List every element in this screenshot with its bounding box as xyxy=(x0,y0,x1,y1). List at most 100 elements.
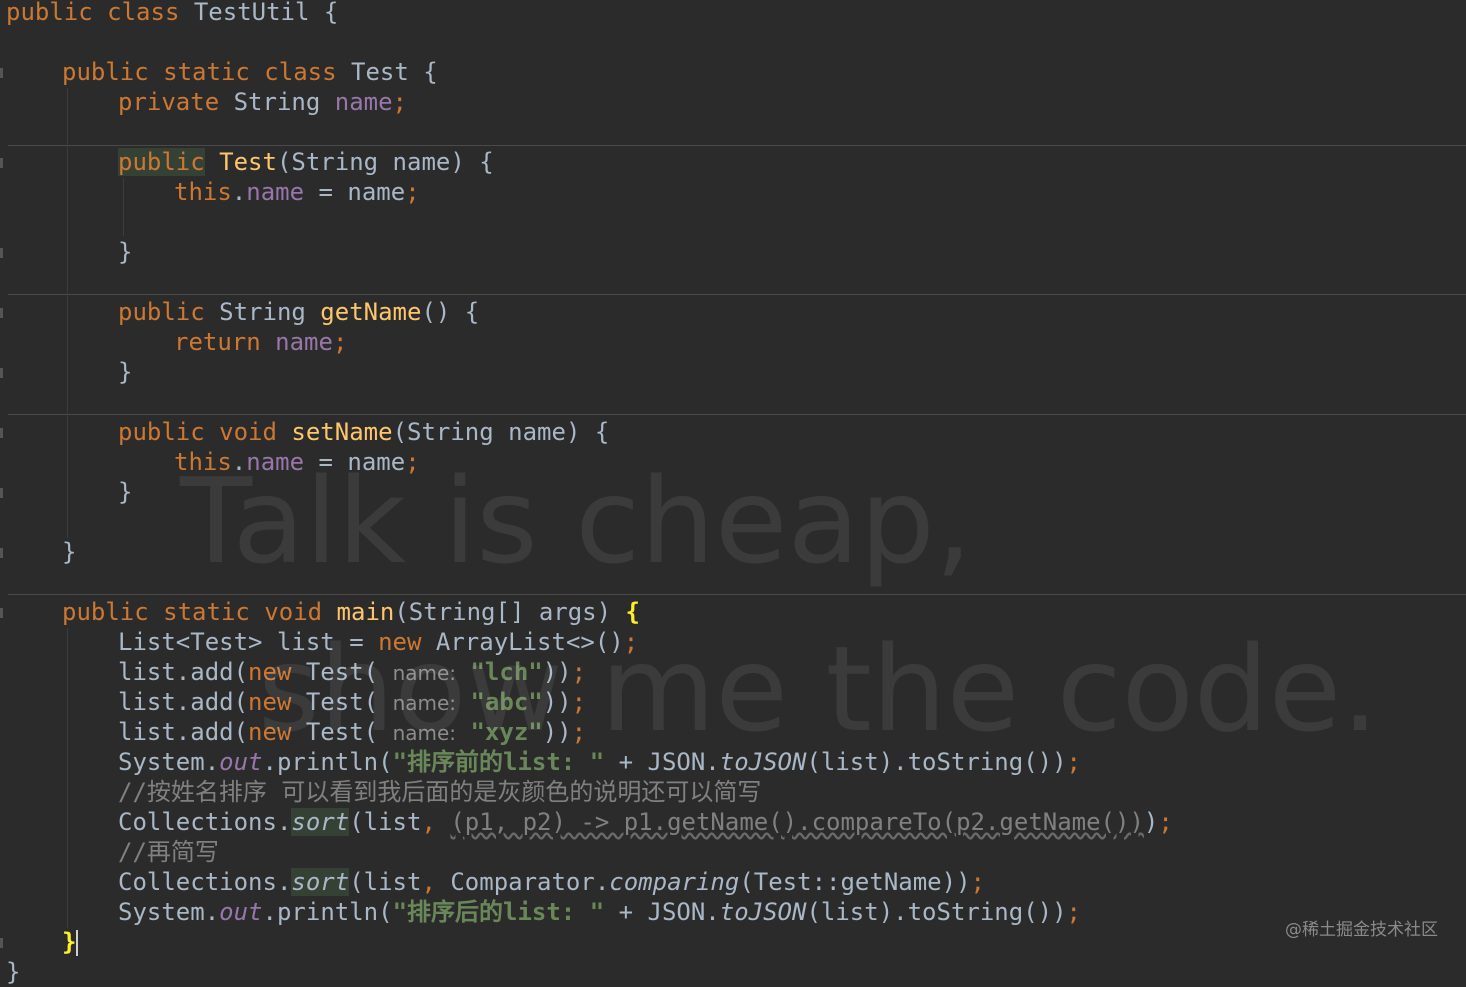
code-line[interactable]: list.add(new Test( name: "abc")); xyxy=(0,687,1466,717)
keyword: return xyxy=(174,328,261,356)
code-line[interactable]: } xyxy=(0,237,1466,267)
code-text: .println( xyxy=(262,898,393,926)
closing-brace: } xyxy=(118,358,133,386)
code-text: (String name) { xyxy=(276,148,494,176)
code-line[interactable]: Collections.sort(list, (p1, p2) -> p1.ge… xyxy=(0,807,1466,837)
parameter-hint: name: xyxy=(392,661,457,685)
type-name: String xyxy=(219,88,335,116)
code-text: (String name) { xyxy=(392,418,610,446)
semicolon: ; xyxy=(332,328,348,356)
string-literal: "xyz" xyxy=(470,718,543,746)
keyword: private xyxy=(118,88,220,116)
code-text: Collections. xyxy=(118,808,292,836)
semicolon: ; xyxy=(405,178,420,206)
code-line[interactable]: this.name = name; xyxy=(0,447,1466,477)
semicolon: ; xyxy=(571,658,587,686)
method-separator xyxy=(8,594,1466,595)
code-line[interactable]: List<Test> list = new ArrayList<>(); xyxy=(0,627,1466,657)
keyword: public static class xyxy=(62,58,337,86)
code-text: List<Test> list = xyxy=(118,628,379,656)
code-line[interactable]: } xyxy=(0,957,1466,987)
code-comment: //按姓名排序 可以看到我后面的是灰颜色的说明还可以简写 xyxy=(118,778,762,806)
code-line[interactable]: } xyxy=(0,537,1466,567)
code-text: (list xyxy=(349,868,422,896)
semicolon: ; xyxy=(571,688,587,716)
static-method: comparing xyxy=(609,868,740,896)
keyword: public xyxy=(118,148,205,176)
method-separator xyxy=(8,145,1466,146)
code-text: .println( xyxy=(262,748,393,776)
code-line[interactable]: //按姓名排序 可以看到我后面的是灰颜色的说明还可以简写 xyxy=(0,777,1466,807)
code-text: Comparator. xyxy=(435,868,610,896)
code-line[interactable]: System.out.println("排序后的list: " + JSON.t… xyxy=(0,897,1466,927)
method-name: Test xyxy=(219,148,277,176)
semicolon: ; xyxy=(1066,898,1081,926)
keyword: new xyxy=(248,718,292,746)
code-text: = name xyxy=(304,448,406,476)
code-text: (list).toString()) xyxy=(806,898,1067,926)
method-name: getName xyxy=(320,298,422,326)
semicolon: ; xyxy=(623,628,639,656)
keyword: public void xyxy=(118,418,277,446)
code-line[interactable]: public static void main(String[] args) { xyxy=(0,597,1466,627)
string-literal: "排序后的list: " xyxy=(392,898,605,926)
code-line[interactable]: private String name; xyxy=(0,87,1466,117)
closing-brace: } xyxy=(118,478,133,506)
code-text: Test( xyxy=(291,688,393,716)
matched-brace: { xyxy=(625,598,640,626)
semicolon: ; xyxy=(970,868,985,896)
method-separator xyxy=(8,414,1466,415)
class-name: TestUtil { xyxy=(179,0,339,26)
code-line[interactable]: System.out.println("排序前的list: " + JSON.t… xyxy=(0,747,1466,777)
code-text: () { xyxy=(421,298,480,326)
semicolon: ; xyxy=(1066,748,1081,776)
method-name: main xyxy=(336,598,395,626)
string-literal: "排序前的list: " xyxy=(392,748,605,776)
code-text: + JSON. xyxy=(604,748,720,776)
code-text: . xyxy=(231,178,247,206)
code-line[interactable]: list.add(new Test( name: "xyz")); xyxy=(0,717,1466,747)
code-text: Test( xyxy=(291,718,393,746)
code-comment: //再简写 xyxy=(118,838,219,866)
field-name: name xyxy=(334,88,393,116)
code-line[interactable]: //再简写 xyxy=(0,837,1466,867)
lambda-expression[interactable]: (p1, p2) -> p1.getName().compareTo(p2.ge… xyxy=(450,808,1144,836)
code-text: (list xyxy=(349,808,422,836)
code-text: (Test::getName)) xyxy=(739,868,971,896)
code-text: list.add( xyxy=(118,658,249,686)
code-line[interactable]: } xyxy=(0,477,1466,507)
code-line[interactable]: public static class Test { xyxy=(0,57,1466,87)
static-method: toJSON xyxy=(719,898,807,926)
code-text: System. xyxy=(118,898,220,926)
keyword: this xyxy=(174,448,232,476)
code-editor[interactable]: public class TestUtil { public static cl… xyxy=(0,0,1466,986)
code-line[interactable]: return name; xyxy=(0,327,1466,357)
code-line[interactable]: public class TestUtil { xyxy=(0,0,1466,27)
field-name: name xyxy=(246,178,305,206)
parameter-hint: name: xyxy=(392,691,457,715)
code-text: = name xyxy=(304,178,406,206)
code-line[interactable]: public String getName() { xyxy=(0,297,1466,327)
keyword: new xyxy=(248,688,292,716)
semicolon: ; xyxy=(405,448,420,476)
closing-brace: } xyxy=(6,958,21,986)
code-text: )) xyxy=(542,688,572,716)
code-line[interactable]: list.add(new Test( name: "lch")); xyxy=(0,657,1466,687)
static-field: out xyxy=(219,898,263,926)
code-text: ) xyxy=(1143,808,1159,836)
code-line[interactable]: } xyxy=(0,927,1466,957)
code-text: Collections. xyxy=(118,868,292,896)
code-line[interactable]: public void setName(String name) { xyxy=(0,417,1466,447)
code-line[interactable]: this.name = name; xyxy=(0,177,1466,207)
parameter-hint: name: xyxy=(392,721,457,745)
code-line[interactable]: } xyxy=(0,357,1466,387)
semicolon: ; xyxy=(571,718,587,746)
code-line[interactable]: public Test(String name) { xyxy=(0,147,1466,177)
code-line[interactable]: Collections.sort(list, Comparator.compar… xyxy=(0,867,1466,897)
